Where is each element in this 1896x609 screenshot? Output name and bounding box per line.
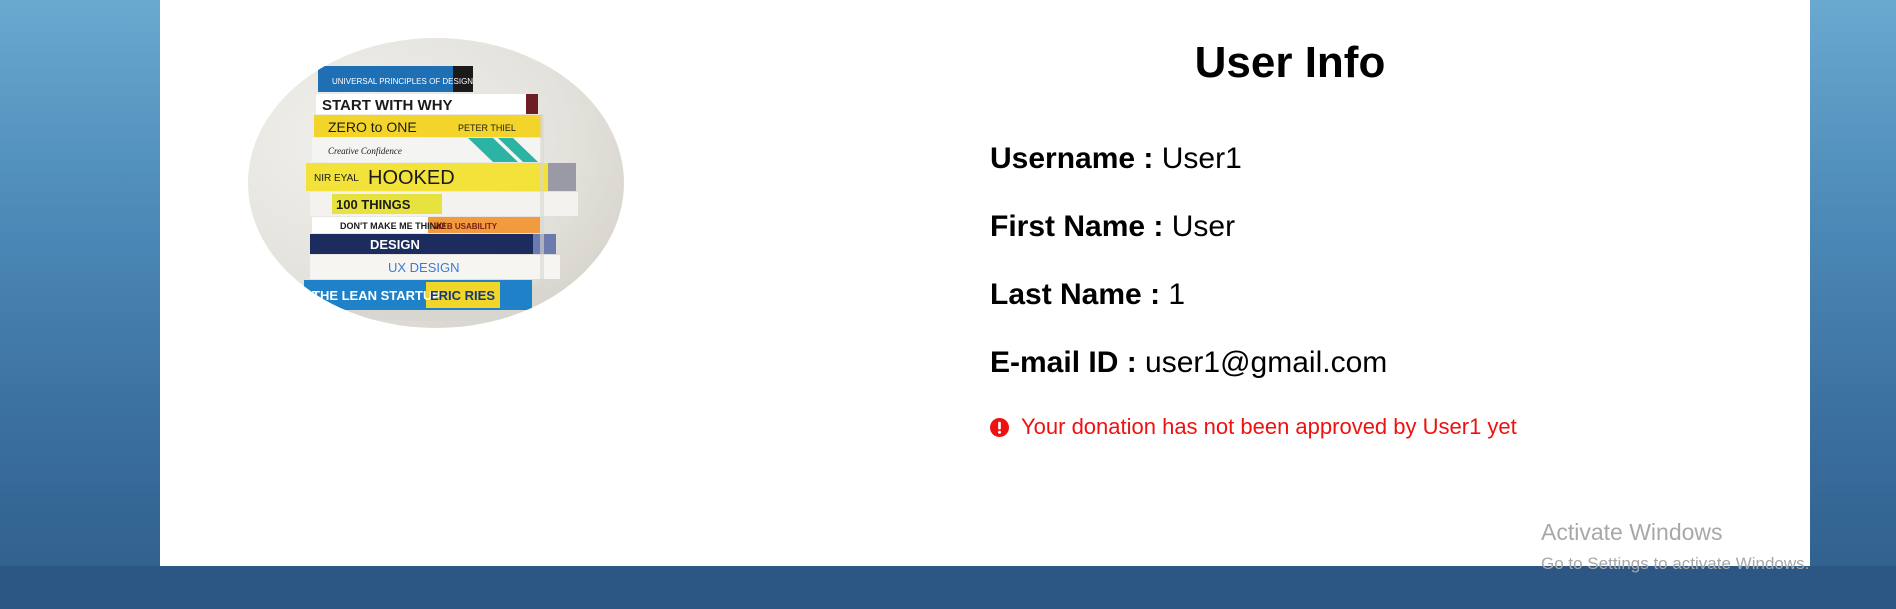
username-row: Username : User1 — [990, 142, 1242, 176]
svg-text:PETER THIEL: PETER THIEL — [458, 123, 516, 133]
last-name-label: Last Name : — [990, 278, 1161, 311]
svg-text:NIR EYAL: NIR EYAL — [314, 173, 359, 184]
email-label: E-mail ID : — [990, 346, 1137, 379]
user-info-card: UNIVERSAL PRINCIPLES OF DESIGN START WIT… — [160, 0, 1810, 566]
svg-text:ERIC RIES: ERIC RIES — [430, 288, 495, 303]
svg-text:UNIVERSAL PRINCIPLES OF DESIGN: UNIVERSAL PRINCIPLES OF DESIGN — [332, 77, 473, 86]
book-stack-image: UNIVERSAL PRINCIPLES OF DESIGN START WIT… — [258, 66, 624, 321]
last-name-row: Last Name : 1 — [990, 278, 1185, 312]
activate-windows-watermark: Activate Windows Go to Settings to activ… — [1541, 518, 1809, 576]
donation-status-alert: Your donation has not been approved by U… — [990, 414, 1517, 440]
svg-text:Creative Confidence: Creative Confidence — [328, 146, 402, 156]
first-name-label: First Name : — [990, 210, 1164, 243]
svg-text:WEB USABILITY: WEB USABILITY — [434, 222, 498, 231]
svg-text:THE LEAN STARTUP: THE LEAN STARTUP — [312, 288, 441, 303]
watermark-subtitle: Go to Settings to activate Windows. — [1541, 554, 1810, 573]
username-value: User1 — [1161, 142, 1242, 175]
first-name-row: First Name : User — [990, 210, 1235, 244]
svg-text:UX DESIGN: UX DESIGN — [388, 260, 460, 275]
watermark-title: Activate Windows — [1541, 519, 1723, 545]
svg-text:100 THINGS: 100 THINGS — [336, 197, 411, 212]
exclamation-circle-icon — [990, 417, 1009, 437]
last-name-value: 1 — [1168, 278, 1186, 311]
svg-text:DESIGN: DESIGN — [370, 237, 420, 252]
donation-status-text: Your donation has not been approved by U… — [1021, 414, 1517, 439]
books-photo: UNIVERSAL PRINCIPLES OF DESIGN START WIT… — [248, 38, 624, 328]
svg-text:HOOKED: HOOKED — [368, 167, 455, 189]
first-name-value: User — [1171, 210, 1236, 243]
email-row: E-mail ID : user1@gmail.com — [990, 346, 1387, 380]
page-title: User Info — [1194, 38, 1386, 87]
svg-text:START WITH WHY: START WITH WHY — [322, 97, 453, 114]
username-label: Username : — [990, 142, 1154, 175]
email-value: user1@gmail.com — [1145, 346, 1388, 379]
svg-text:DON'T MAKE ME THINK!: DON'T MAKE ME THINK! — [340, 221, 446, 231]
svg-text:ZERO to ONE: ZERO to ONE — [328, 119, 417, 135]
